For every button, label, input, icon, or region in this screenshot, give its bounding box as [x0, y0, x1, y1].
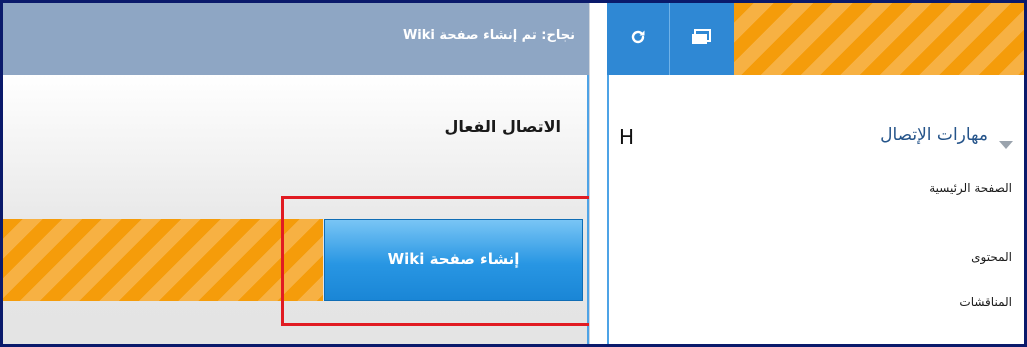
- app-window: نجاح: تم إنشاء صفحة Wiki الاتصال الفعال …: [0, 0, 1027, 347]
- sidebar: H مهارات الإتصال الصفحة الرئيسية المحتوى…: [607, 3, 1024, 344]
- create-wiki-page-button[interactable]: إنشاء صفحة Wiki: [324, 219, 583, 301]
- success-notification-bar: نجاح: تم إنشاء صفحة Wiki: [3, 3, 589, 75]
- window-button[interactable]: [670, 3, 732, 75]
- success-message: نجاح: تم إنشاء صفحة Wiki: [402, 28, 575, 43]
- refresh-icon: [629, 28, 647, 50]
- create-wiki-page-label: إنشاء صفحة Wiki: [387, 250, 520, 268]
- sidebar-nav: H مهارات الإتصال الصفحة الرئيسية المحتوى…: [607, 75, 1024, 344]
- toolbar-stripes: [734, 3, 1024, 75]
- h-label: H: [619, 125, 635, 149]
- page-title: الاتصال الفعال: [444, 117, 561, 136]
- chevron-down-icon[interactable]: [998, 135, 1014, 154]
- decorative-stripes: [3, 219, 323, 301]
- window-icon: [690, 28, 712, 50]
- toolbar-buttons: [607, 3, 734, 75]
- sidebar-toolbar: [607, 3, 1024, 75]
- panel-divider: [589, 3, 608, 344]
- nav-item-discussions[interactable]: المناقشات: [959, 295, 1012, 309]
- nav-item-content[interactable]: المحتوى: [971, 250, 1012, 264]
- nav-item-home[interactable]: الصفحة الرئيسية: [929, 181, 1012, 195]
- content-area: الاتصال الفعال: [3, 75, 589, 344]
- refresh-button[interactable]: [607, 3, 670, 75]
- main-panel: نجاح: تم إنشاء صفحة Wiki الاتصال الفعال …: [3, 3, 608, 344]
- course-title[interactable]: مهارات الإتصال: [880, 125, 988, 145]
